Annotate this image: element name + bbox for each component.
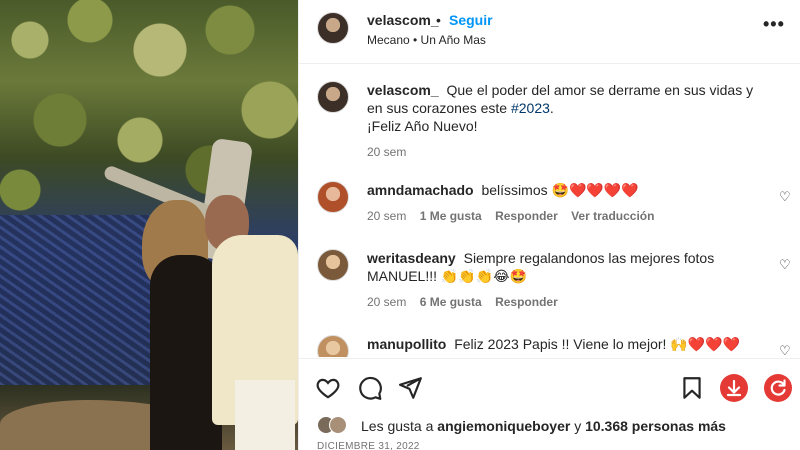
- comment-body: belíssimos: [481, 182, 548, 198]
- action-bar: [299, 358, 800, 414]
- reply-button[interactable]: Responder: [495, 209, 558, 223]
- likes-user[interactable]: angiemoniqueboyer: [437, 418, 570, 434]
- like-heart-icon[interactable]: [315, 375, 341, 401]
- comment-icon[interactable]: [357, 375, 383, 401]
- separator-dot: •: [436, 12, 441, 28]
- hashtag-link[interactable]: #2023: [511, 100, 550, 116]
- comment-hearts: ❤️❤️❤️: [687, 336, 741, 352]
- download-icon[interactable]: [719, 373, 749, 403]
- comments-list[interactable]: velascom_ Que el poder del amor se derra…: [299, 65, 800, 357]
- post-date[interactable]: DICIEMBRE 31, 2022: [317, 441, 420, 450]
- likes-count[interactable]: 10.368 personas más: [585, 418, 726, 434]
- caption-username[interactable]: velascom_: [367, 82, 439, 98]
- comment-emojis: 🙌: [670, 336, 688, 352]
- caption-line2: ¡Feliz Año Nuevo!: [367, 118, 478, 134]
- comment-time[interactable]: 20 sem: [367, 209, 406, 223]
- commenter-avatar[interactable]: [317, 249, 349, 281]
- caption-text: velascom_ Que el poder del amor se derra…: [367, 81, 767, 135]
- likes-middle: y: [574, 418, 582, 434]
- comment-meta: 20 sem 1 Me gusta Responder Ver traducci…: [367, 209, 664, 223]
- caption-time[interactable]: 20 sem: [367, 145, 406, 159]
- commenter-username[interactable]: amndamachado: [367, 182, 474, 198]
- commenter-avatar[interactable]: [317, 335, 349, 357]
- likes-prefix: Les gusta a: [361, 418, 434, 434]
- comment-time[interactable]: 20 sem: [367, 295, 406, 309]
- translate-button[interactable]: Ver traducción: [571, 209, 654, 223]
- comment-text: manupollito Feliz 2023 Papis !! Viene lo…: [367, 335, 767, 353]
- commenter-avatar[interactable]: [317, 181, 349, 213]
- commenter-username[interactable]: weritasdeany: [367, 250, 456, 266]
- comment-body: Feliz 2023 Papis !! Viene lo mejor!: [454, 336, 667, 352]
- man-legs: [235, 380, 295, 450]
- post-header: velascom_ • Seguir Mecano • Un Año Mas •…: [299, 0, 800, 64]
- comment-hearts: ❤️❤️❤️❤️: [568, 182, 639, 198]
- like-comment-heart-icon[interactable]: ♡: [779, 343, 791, 357]
- caption-avatar[interactable]: [317, 81, 349, 113]
- caption-text-after: .: [549, 100, 554, 116]
- post-photo[interactable]: [0, 0, 298, 450]
- commenter-username[interactable]: manupollito: [367, 336, 446, 352]
- likes-text: Les gusta a angiemoniqueboyer y 10.368 p…: [361, 418, 726, 434]
- comment-emojis: 🤩: [551, 182, 569, 198]
- comment-text: weritasdeany Siempre regalandonos las me…: [367, 249, 767, 285]
- follow-button[interactable]: Seguir: [449, 12, 493, 28]
- reply-button[interactable]: Responder: [495, 295, 558, 309]
- author-username[interactable]: velascom_: [367, 12, 439, 28]
- post-panel: velascom_ • Seguir Mecano • Un Año Mas •…: [298, 0, 800, 450]
- audio-track[interactable]: Mecano • Un Año Mas: [367, 33, 486, 47]
- comment-text: amndamachado belíssimos 🤩❤️❤️❤️❤️: [367, 181, 767, 199]
- save-bookmark-icon[interactable]: [679, 375, 705, 401]
- liker-avatar[interactable]: [329, 416, 347, 434]
- author-avatar[interactable]: [317, 12, 349, 44]
- comment-emojis: 👏👏👏😂🤩: [440, 268, 527, 284]
- like-comment-heart-icon[interactable]: ♡: [779, 257, 791, 273]
- comment-likes[interactable]: 6 Me gusta: [420, 295, 482, 309]
- caption-meta: 20 sem: [367, 145, 416, 159]
- share-icon[interactable]: [397, 375, 423, 401]
- refresh-extension-icon[interactable]: [763, 373, 793, 403]
- more-options-icon[interactable]: •••: [763, 14, 785, 35]
- comment-meta: 20 sem 6 Me gusta Responder: [367, 295, 568, 309]
- like-comment-heart-icon[interactable]: ♡: [779, 189, 791, 205]
- comment-likes[interactable]: 1 Me gusta: [420, 209, 482, 223]
